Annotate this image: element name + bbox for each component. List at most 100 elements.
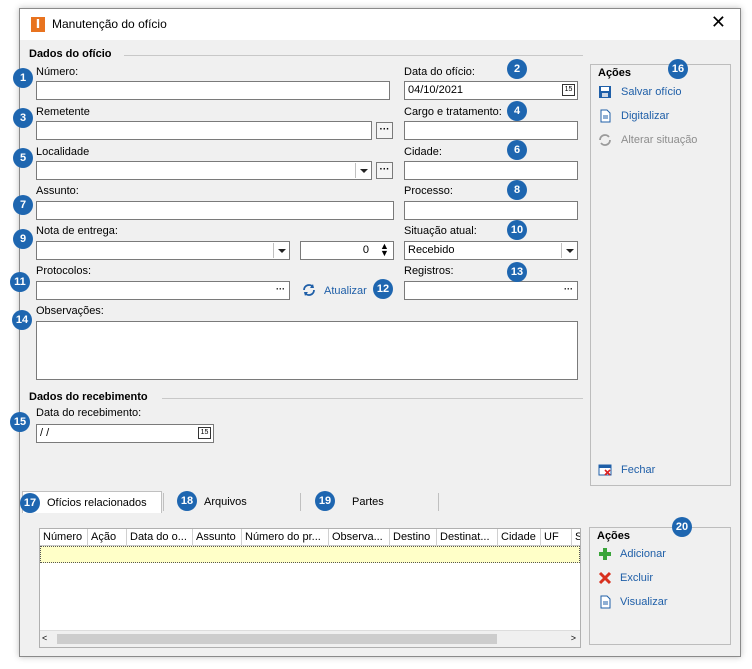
scroll-right-icon[interactable]: > — [571, 633, 576, 643]
column-header[interactable]: Data do o... — [127, 529, 193, 546]
acoes-title: Ações — [598, 67, 632, 79]
localidade-select[interactable] — [36, 161, 372, 180]
horizontal-scrollbar[interactable]: < > — [40, 630, 580, 647]
column-header[interactable]: Destino — [390, 529, 437, 546]
adicionar-button[interactable]: Adicionar — [620, 548, 666, 560]
close-window-icon — [598, 464, 612, 476]
badge: 4 — [507, 101, 527, 121]
situacao-label: Situação atual: — [404, 225, 477, 237]
badge: 3 — [13, 108, 33, 128]
observacoes-textarea[interactable] — [36, 321, 578, 380]
column-header[interactable]: Número — [40, 529, 88, 546]
remetente-ellipsis-button[interactable]: ··· — [376, 122, 393, 139]
column-header[interactable]: Observa... — [329, 529, 390, 546]
alterar-situacao-button[interactable]: Alterar situação — [621, 134, 697, 146]
badge: 15 — [10, 412, 30, 432]
protocolos-label: Protocolos: — [36, 265, 92, 277]
calendar-icon[interactable]: 15 — [562, 84, 575, 96]
chevron-down-icon[interactable] — [273, 243, 288, 258]
salvar-oficio-button[interactable]: Salvar ofício — [621, 86, 682, 98]
badge: 2 — [507, 59, 527, 79]
situacao-select[interactable]: Recebido — [404, 241, 578, 260]
acoes-title: Ações — [597, 530, 631, 542]
cargo-input[interactable] — [404, 121, 578, 140]
related-offices-grid: Número Ação Data do o... Assunto Número … — [39, 528, 581, 648]
close-icon[interactable]: ✕ — [711, 12, 726, 33]
scrollbar-thumb[interactable] — [57, 634, 497, 644]
fechar-button[interactable]: Fechar — [621, 464, 655, 476]
data-oficio-input[interactable]: 04/10/2021 15 — [404, 81, 578, 100]
processo-label: Processo: — [404, 185, 453, 197]
scroll-left-icon[interactable]: < — [42, 633, 47, 643]
tab-partes[interactable]: Partes — [352, 491, 432, 513]
column-header[interactable]: UF — [541, 529, 572, 546]
atualizar-button[interactable]: Atualizar — [324, 285, 367, 297]
localidade-ellipsis-button[interactable]: ··· — [376, 162, 393, 179]
processo-input[interactable] — [404, 201, 578, 220]
title-bar: I Manutenção do ofício ✕ — [20, 9, 740, 40]
remetente-input[interactable] — [36, 121, 372, 140]
acoes-panel-bottom: Ações Adicionar Excluir Visualizar — [589, 527, 731, 645]
column-header[interactable]: Destinat... — [437, 529, 498, 546]
grid-header: Número Ação Data do o... Assunto Número … — [40, 529, 580, 546]
assunto-input[interactable] — [36, 201, 394, 220]
badge: 20 — [672, 517, 692, 537]
chevron-down-icon[interactable] — [561, 243, 576, 258]
badge: 5 — [13, 148, 33, 168]
nota-entrega-stepper[interactable]: 0 ▲ ▼ — [300, 241, 394, 260]
protocolos-input[interactable]: ··· — [36, 281, 290, 300]
nota-entrega-select[interactable] — [36, 241, 290, 260]
data-recebimento-value: / / — [40, 427, 50, 439]
nota-entrega-count: 0 — [362, 244, 369, 256]
column-header[interactable]: Cidade — [498, 529, 541, 546]
tab-arquivos[interactable]: Arquivos — [204, 491, 304, 513]
badge: 6 — [507, 140, 527, 160]
badge: 14 — [12, 310, 32, 330]
registros-label: Registros: — [404, 265, 454, 277]
registros-ellipsis-button[interactable]: ··· — [561, 283, 576, 298]
dialog-window: I Manutenção do ofício ✕ Dados do ofício… — [19, 8, 741, 657]
badge: 1 — [13, 68, 33, 88]
cidade-label: Cidade: — [404, 146, 442, 158]
assunto-label: Assunto: — [36, 185, 79, 197]
column-header[interactable]: Número do pr... — [242, 529, 329, 546]
data-recebimento-label: Data do recebimento: — [36, 407, 142, 419]
badge: 10 — [507, 220, 527, 240]
calendar-icon[interactable]: 15 — [198, 427, 211, 439]
tab-oficios-relacionados[interactable]: Ofícios relacionados — [22, 491, 162, 513]
localidade-label: Localidade — [36, 146, 90, 158]
column-header[interactable]: S — [572, 529, 580, 546]
remetente-label: Remetente — [36, 106, 90, 118]
section-divider — [162, 398, 583, 399]
table-row[interactable] — [40, 546, 580, 563]
registros-input[interactable]: ··· — [404, 281, 578, 300]
digitalizar-button[interactable]: Digitalizar — [621, 110, 669, 122]
column-header[interactable]: Ação — [88, 529, 127, 546]
badge: 19 — [315, 491, 335, 511]
refresh-icon — [599, 134, 611, 146]
badge: 16 — [668, 59, 688, 79]
data-recebimento-input[interactable]: / / 15 — [36, 424, 214, 443]
acoes-panel-top: Ações Salvar ofício Digitalizar Alterar … — [590, 64, 731, 486]
data-oficio-value: 04/10/2021 — [408, 84, 464, 96]
cargo-label: Cargo e tratamento: — [404, 106, 502, 118]
numero-label: Número: — [36, 66, 79, 78]
save-icon — [599, 86, 611, 98]
numero-input[interactable] — [36, 81, 390, 100]
badge: 11 — [10, 272, 30, 292]
section-title-dados-recebimento: Dados do recebimento — [29, 391, 148, 403]
badge: 17 — [20, 493, 40, 513]
column-header[interactable]: Assunto — [193, 529, 242, 546]
visualizar-button[interactable]: Visualizar — [620, 596, 668, 608]
spinner-icon[interactable]: ▲ ▼ — [377, 242, 392, 258]
app-icon: I — [31, 17, 45, 32]
section-divider — [124, 55, 583, 56]
chevron-down-icon[interactable] — [355, 163, 370, 178]
cidade-input[interactable] — [404, 161, 578, 180]
observacoes-label: Observações: — [36, 305, 104, 317]
refresh-icon[interactable] — [302, 283, 316, 297]
nota-entrega-label: Nota de entrega: — [36, 225, 118, 237]
badge: 7 — [13, 195, 33, 215]
excluir-button[interactable]: Excluir — [620, 572, 653, 584]
protocolos-ellipsis-button[interactable]: ··· — [273, 283, 288, 298]
